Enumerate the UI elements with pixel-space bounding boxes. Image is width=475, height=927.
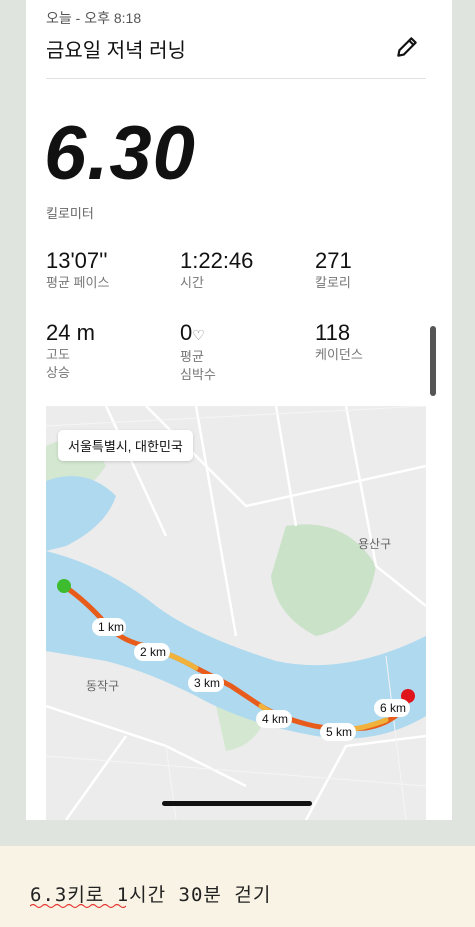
spellcheck-underline (30, 903, 126, 909)
stat-pace-value: 13'07'' (46, 248, 108, 273)
km-marker-6: 6 km (380, 701, 406, 715)
stat-time: 1:22:46 시간 (180, 248, 253, 292)
distance-unit: 킬로미터 (46, 206, 94, 221)
stat-calories: 271 칼로리 (315, 248, 352, 292)
km-marker-3: 3 km (194, 676, 220, 690)
stat-cadence-label: 케이던스 (315, 347, 363, 362)
district-label-yongsan: 용산구 (358, 537, 391, 551)
stat-pace-label: 평균 페이스 (46, 275, 110, 290)
distance-value: 6.30 (44, 111, 196, 196)
home-indicator[interactable] (162, 801, 312, 806)
stat-heart-rate: 0♡ 평균 심박수 (180, 320, 216, 384)
stat-calories-label: 칼로리 (315, 275, 351, 290)
activity-title: 금요일 저녁 러닝 (46, 40, 186, 62)
note-area[interactable]: 6.3키로 1시간 30분 걷기 (0, 846, 475, 927)
scrollbar[interactable] (430, 326, 436, 396)
stat-cadence: 118 케이던스 (315, 320, 363, 364)
start-marker (57, 579, 71, 593)
stat-pace: 13'07'' 평균 페이스 (46, 248, 109, 292)
stat-elevation: 24 m 고도 상승 (46, 320, 95, 382)
divider (46, 78, 426, 79)
km-marker-1: 1 km (98, 620, 124, 634)
map-canvas: 1 km 2 km 3 km 4 km 5 km 6 km 용산구 동작구 (46, 406, 426, 820)
heart-icon: ♡ (192, 327, 205, 343)
location-badge: 서울특별시, 대한민국 (58, 430, 193, 461)
stat-time-label: 시간 (180, 275, 204, 290)
stat-heart-rate-label: 평균 심박수 (180, 349, 216, 382)
stat-heart-rate-value: 0 (180, 320, 193, 345)
pencil-icon[interactable] (394, 34, 420, 60)
route-map[interactable]: 1 km 2 km 3 km 4 km 5 km 6 km 용산구 동작구 서울… (46, 406, 426, 820)
stat-time-value: 1:22:46 (180, 248, 254, 273)
stat-elevation-value: 24 m (46, 320, 95, 345)
km-marker-2: 2 km (140, 645, 166, 659)
stat-cadence-value: 118 (315, 320, 351, 345)
stat-elevation-label: 고도 상승 (46, 347, 70, 380)
stat-calories-value: 271 (315, 248, 352, 273)
activity-time: 오늘 - 오후 8:18 (46, 10, 142, 26)
district-label-dongjak: 동작구 (86, 679, 119, 693)
km-marker-5: 5 km (326, 725, 352, 739)
km-marker-4: 4 km (262, 712, 288, 726)
